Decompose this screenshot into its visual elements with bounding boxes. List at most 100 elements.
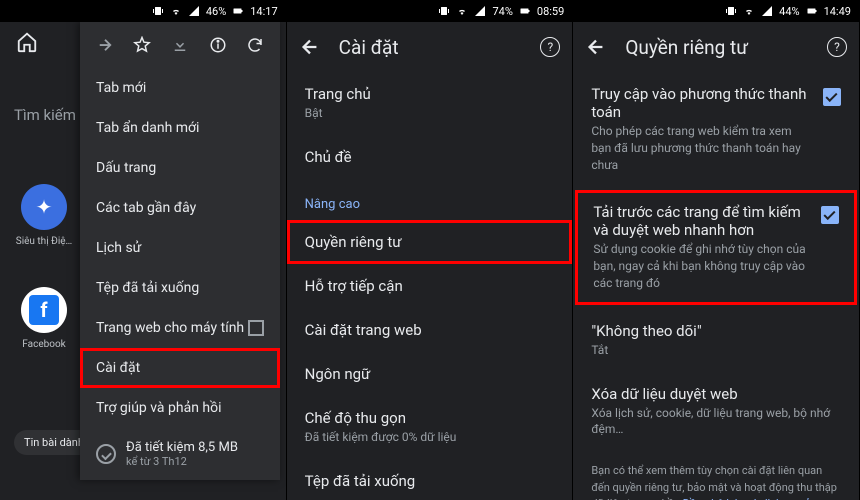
item-title: Trang chủ (305, 85, 555, 103)
battery-text: 74% (492, 5, 512, 18)
signal-icon (761, 5, 773, 17)
page-title: Cài đặt (339, 36, 523, 59)
item-title: Chế độ thu gọn (305, 409, 555, 427)
item-subtitle: Bật (305, 105, 555, 122)
time-text: 08:59 (537, 5, 564, 18)
item-clear-data[interactable]: Xóa dữ liệu duyệt web Xóa lịch sử, cooki… (573, 372, 859, 452)
help-icon[interactable]: ? (827, 37, 847, 57)
item-title: Cài đặt trang web (305, 321, 555, 339)
time-text: 14:49 (824, 5, 851, 18)
bookmark-item[interactable]: ✦ Siêu thị Điệ… (14, 184, 74, 247)
menu-label: Tab ẩn danh mới (96, 120, 199, 136)
bookmark-icon: ✦ (21, 184, 67, 230)
checkbox-icon[interactable] (248, 320, 264, 336)
item-subtitle: Xóa lịch sử, cookie, dữ liệu trang web, … (591, 405, 841, 439)
wifi-icon (456, 5, 468, 17)
overflow-menu: Tab mới Tab ẩn danh mới Dấu trang Các ta… (80, 22, 280, 480)
screen-chrome-menu: 46% 14:17 Tìm kiếm ✦ Siêu thị Điệ… f Fac… (0, 0, 287, 500)
item-payment-access[interactable]: Truy cập vào phương thức thanh toán Cho … (573, 72, 859, 186)
item-dnt[interactable]: "Không theo dõi" Tắt (573, 309, 859, 372)
header: Cài đặt ? (287, 22, 573, 72)
item-title: Tải trước các trang để tìm kiếm và duyệt… (593, 203, 811, 239)
time-text: 14:17 (250, 5, 277, 18)
menu-bookmarks[interactable]: Dấu trang (80, 148, 280, 188)
vibrate-icon (152, 5, 164, 17)
header: Quyền riêng tư ? (573, 22, 859, 72)
menu-recent-tabs[interactable]: Các tab gần đây (80, 188, 280, 228)
back-icon[interactable] (299, 36, 321, 58)
item-accessibility[interactable]: Hỗ trợ tiếp cận (287, 264, 573, 308)
item-privacy[interactable]: Quyền riêng tư (287, 220, 573, 264)
item-theme[interactable]: Chủ đề (287, 135, 573, 179)
item-title: Hỗ trợ tiếp cận (305, 277, 555, 295)
checkbox-checked-icon[interactable] (823, 88, 841, 106)
item-lite-mode[interactable]: Chế độ thu gọn Đã tiết kiệm được 0% dữ l… (287, 396, 573, 459)
menu-downloads[interactable]: Tệp đã tải xuống (80, 268, 280, 308)
item-title: "Không theo dõi" (591, 322, 841, 340)
menu-new-tab[interactable]: Tab mới (80, 68, 280, 108)
wifi-icon (743, 5, 755, 17)
highlight-preload: Tải trước các trang để tìm kiếm và duyệt… (575, 190, 857, 304)
item-subtitle: Đã tiết kiệm được 0% dữ liệu (305, 429, 555, 446)
vibrate-icon (438, 5, 450, 17)
battery-text: 46% (206, 5, 226, 18)
status-bar: 44% 14:49 (573, 0, 859, 22)
battery-icon (232, 5, 244, 17)
info-icon[interactable] (207, 34, 229, 56)
checkbox-checked-icon[interactable] (821, 206, 839, 224)
item-title: Xóa dữ liệu duyệt web (591, 385, 841, 403)
reload-icon[interactable] (244, 34, 266, 56)
forward-icon[interactable] (94, 34, 116, 56)
screen-privacy: 44% 14:49 Quyền riêng tư ? Truy cập vào … (573, 0, 860, 500)
footer-note: Bạn có thể xem thêm tùy chọn cài đặt liê… (573, 451, 859, 500)
menu-history[interactable]: Lịch sử (80, 228, 280, 268)
bookmark-label: Facebook (14, 339, 74, 350)
bookmark-label: Siêu thị Điệ… (14, 236, 74, 247)
back-icon[interactable] (585, 36, 607, 58)
battery-icon (806, 5, 818, 17)
item-site-settings[interactable]: Cài đặt trang web (287, 308, 573, 352)
menu-icon-row (80, 22, 280, 68)
item-homepage[interactable]: Trang chủ Bật (287, 72, 573, 135)
item-title: Tệp đã tải xuống (305, 472, 555, 490)
menu-label: Các tab gần đây (96, 200, 196, 216)
item-title: Truy cập vào phương thức thanh toán (591, 85, 813, 121)
home-icon[interactable] (16, 31, 38, 53)
screen-settings: 74% 08:59 Cài đặt ? Trang chủ Bật Chủ đề… (287, 0, 574, 500)
item-language[interactable]: Ngôn ngữ (287, 352, 573, 396)
item-title: Ngôn ngữ (305, 365, 555, 383)
item-subtitle: Cho phép các trang web kiểm tra xem bạn … (591, 123, 813, 173)
section-advanced: Nâng cao (287, 179, 573, 220)
menu-settings[interactable]: Cài đặt (80, 348, 280, 388)
data-saver-icon (96, 444, 116, 464)
menu-label: Cài đặt (96, 360, 140, 376)
status-bar: 74% 08:59 (287, 0, 573, 22)
item-preload-pages[interactable]: Tải trước các trang để tìm kiếm và duyệt… (578, 193, 854, 301)
menu-label: Dấu trang (96, 160, 156, 176)
privacy-list: Truy cập vào phương thức thanh toán Cho … (573, 72, 859, 500)
item-title: Quyền riêng tư (305, 233, 555, 251)
wifi-icon (170, 5, 182, 17)
battery-text: 44% (779, 5, 799, 18)
item-subtitle: Sử dụng cookie để ghi nhớ tùy chọn của b… (593, 241, 811, 291)
bookmark-item[interactable]: f Facebook (14, 287, 74, 350)
menu-label: Tab mới (96, 80, 146, 96)
status-bar: 46% 14:17 (0, 0, 286, 22)
menu-label: Tệp đã tải xuống (96, 280, 199, 296)
page-title: Quyền riêng tư (625, 36, 809, 59)
vibrate-icon (725, 5, 737, 17)
data-saver-title: Đã tiết kiệm 8,5 MB (126, 440, 238, 455)
download-icon[interactable] (169, 34, 191, 56)
menu-desktop-site[interactable]: Trang web cho máy tính (80, 308, 280, 348)
menu-incognito[interactable]: Tab ẩn danh mới (80, 108, 280, 148)
menu-help[interactable]: Trợ giúp và phản hồi (80, 388, 280, 428)
menu-label: Trợ giúp và phản hồi (96, 400, 222, 416)
item-title: Chủ đề (305, 148, 555, 166)
menu-label: Trang web cho máy tính (96, 320, 244, 336)
item-downloads[interactable]: Tệp đã tải xuống (287, 459, 573, 500)
menu-data-saver[interactable]: Đã tiết kiệm 8,5 MB kể từ 3 Th12 (80, 428, 280, 480)
help-icon[interactable]: ? (540, 37, 560, 57)
data-saver-subtitle: kể từ 3 Th12 (126, 455, 238, 468)
star-icon[interactable] (131, 34, 153, 56)
settings-list: Trang chủ Bật Chủ đề Nâng cao Quyền riên… (287, 72, 573, 500)
